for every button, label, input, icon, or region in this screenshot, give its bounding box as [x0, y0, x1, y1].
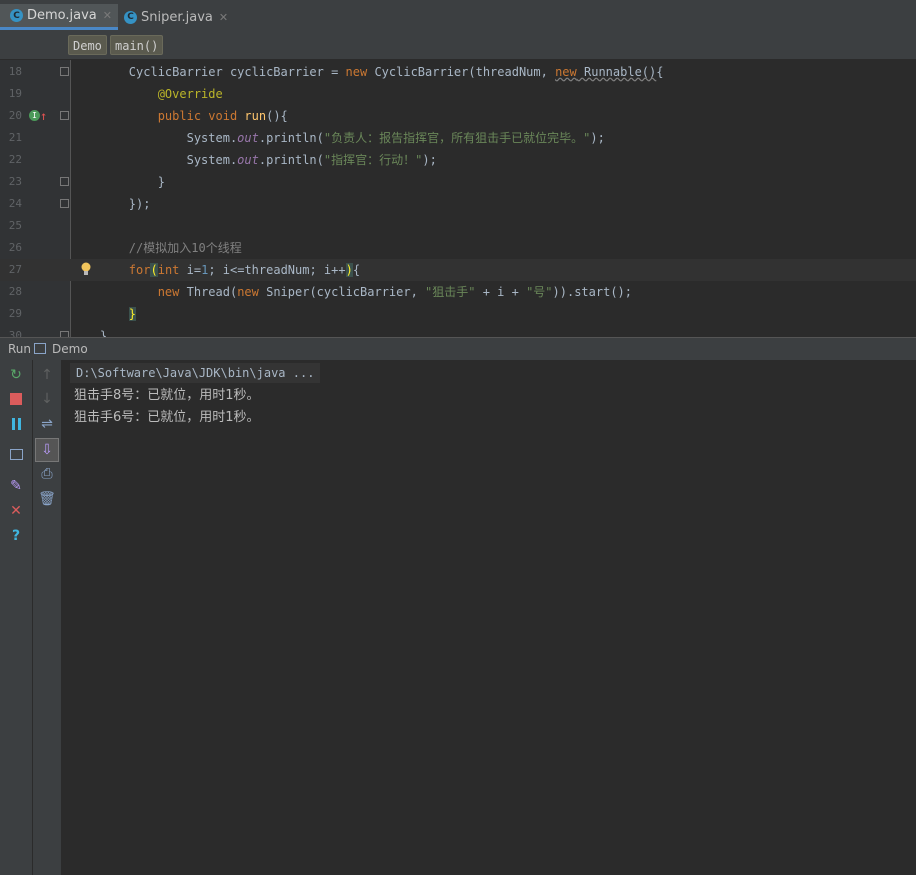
output-line: 狙击手6号：已就位，用时1秒。 [74, 410, 260, 425]
code-editor[interactable]: 18 CyclicBarrier cyclicBarrier = new Cyc… [0, 60, 916, 337]
code-line: 30 } [0, 325, 916, 337]
breadcrumb-method[interactable]: main() [110, 35, 164, 55]
line-number: 29 [8, 307, 22, 320]
close-icon[interactable]: ✕ [103, 9, 112, 22]
trash-icon[interactable]: 🗑 [38, 490, 56, 508]
output-line: 狙击手8号：已就位，用时1秒。 [74, 388, 260, 403]
code-line-current: 27 for(int i=1; i<=threadNum; i++){ [0, 259, 916, 281]
print-icon[interactable]: ⎙ [38, 465, 56, 483]
run-toolbar-secondary: ↑ ↓ ⇌ ⇩ ⎙ 🗑 [33, 360, 62, 875]
scroll-to-end-icon[interactable]: ⇩ [35, 438, 59, 462]
breadcrumb-class[interactable]: Demo [68, 35, 107, 55]
fold-icon[interactable] [60, 177, 69, 186]
command-line[interactable]: D:\Software\Java\JDK\bin\java ... [70, 363, 321, 383]
tab-label: Demo.java [27, 8, 97, 23]
line-number: 23 [8, 175, 22, 188]
console-output[interactable]: D:\Software\Java\JDK\bin\java ... 狙击手8号：… [62, 360, 916, 875]
code-line: 24 }); [0, 193, 916, 215]
tab-sniper-java[interactable]: C Sniper.java ✕ [114, 4, 234, 30]
close-icon[interactable]: ✕ [219, 11, 228, 24]
line-number: 30 [8, 329, 22, 337]
run-label[interactable]: Run [8, 338, 31, 360]
up-arrow-icon: ↑ [40, 109, 48, 123]
pause-icon[interactable] [7, 415, 25, 433]
line-number: 27 [8, 263, 22, 276]
run-toolbar-left: ↻ ✎ ✕ ? [0, 360, 33, 875]
run-config-name[interactable]: Demo [52, 338, 88, 360]
fold-icon[interactable] [60, 67, 69, 76]
line-number: 26 [8, 241, 22, 254]
close-icon[interactable]: ✕ [7, 502, 25, 520]
java-class-icon: C [10, 9, 23, 22]
fold-icon[interactable] [60, 111, 69, 120]
line-number: 19 [8, 87, 22, 100]
breadcrumb: Demo main() [0, 31, 916, 60]
rerun-icon[interactable]: ↻ [7, 366, 25, 384]
code-line: 19 @Override [0, 83, 916, 105]
line-number: 18 [8, 65, 22, 78]
line-number: 22 [8, 153, 22, 166]
java-class-icon: C [124, 10, 137, 24]
line-number: 20 [8, 109, 22, 122]
editor-tab-bar: C Demo.java ✕ C Sniper.java ✕ [0, 0, 916, 32]
run-config-icon [34, 343, 46, 354]
code-line: 23 } [0, 171, 916, 193]
code-line: 29 } [0, 303, 916, 325]
line-number: 21 [8, 131, 22, 144]
fold-icon[interactable] [60, 199, 69, 208]
soft-wrap-icon[interactable]: ⇌ [38, 415, 56, 433]
tab-demo-java[interactable]: C Demo.java ✕ [0, 4, 118, 30]
line-number: 25 [8, 219, 22, 232]
code-line: 20 I ↑ public void run(){ [0, 105, 916, 127]
stop-icon[interactable] [7, 390, 25, 408]
override-method-icon[interactable]: I [29, 110, 40, 121]
line-number: 24 [8, 197, 22, 210]
run-toolwindow-header: Run Demo [0, 337, 916, 360]
tab-label: Sniper.java [141, 9, 213, 25]
code-line: 18 CyclicBarrier cyclicBarrier = new Cyc… [0, 61, 916, 83]
dump-threads-icon[interactable] [7, 445, 25, 463]
up-arrow-icon[interactable]: ↑ [38, 366, 56, 384]
code-line: 21 System.out.println("负责人：报告指挥官，所有狙击手已就… [0, 127, 916, 149]
code-line: 22 System.out.println("指挥官：行动！"); [0, 149, 916, 171]
help-icon[interactable]: ? [7, 527, 25, 545]
line-number: 28 [8, 285, 22, 298]
code-line: 28 new Thread(new Sniper(cyclicBarrier, … [0, 281, 916, 303]
code-line: 25 [0, 215, 916, 237]
code-line: 26 //模拟加入10个线程 [0, 237, 916, 259]
down-arrow-icon[interactable]: ↓ [38, 390, 56, 408]
pin-icon[interactable]: ✎ [7, 477, 25, 495]
